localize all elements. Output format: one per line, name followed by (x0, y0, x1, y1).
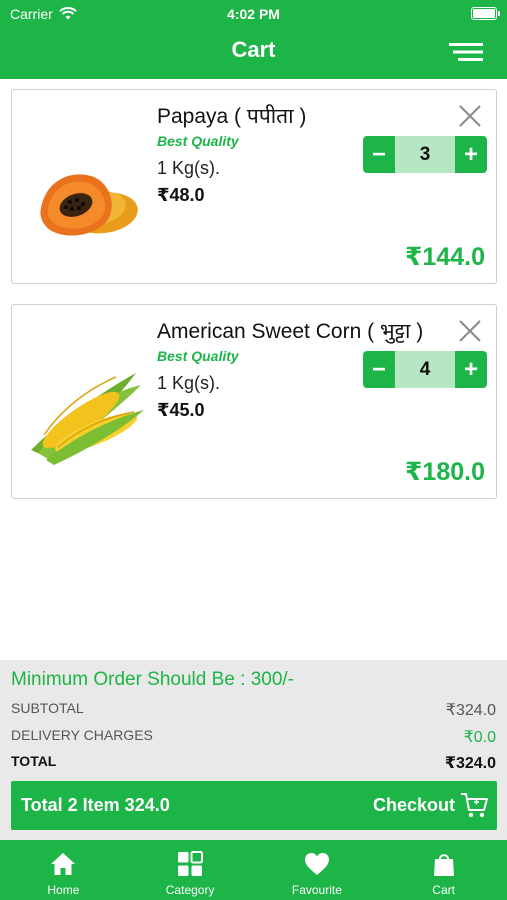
checkout-total-text: Total 2 Item 324.0 (21, 795, 170, 815)
tab-label: Home (47, 883, 80, 897)
tab-label: Category (165, 883, 215, 897)
order-summary: Minimum Order Should Be : 300/- SUBTOTAL… (0, 660, 507, 840)
total-value: ₹324.0 (444, 755, 496, 772)
increase-quantity-button[interactable]: + (455, 351, 487, 388)
unit-price: ₹45.0 (157, 400, 205, 420)
cart-screen: Carrier 4:02 PM Cart Papaya (पपीता) Be… (0, 0, 507, 900)
tab-label: Favourite (291, 883, 342, 897)
product-name: Papaya ( पपीता ) (157, 105, 307, 128)
papaya-image (40, 174, 138, 236)
product-unit: 1 Kg(s). (157, 373, 221, 393)
delivery-value: ₹0.0 (463, 729, 496, 746)
cart-item-card: Papaya ( पपीता ) Best Quality 1 Kg(s). ₹… (11, 89, 497, 284)
heart-icon (304, 853, 329, 875)
total-label: TOTAL (11, 753, 57, 769)
minimum-order-notice: Minimum Order Should Be : 300/- (11, 669, 295, 690)
corn-image (31, 373, 144, 465)
increase-quantity-button[interactable]: + (455, 136, 487, 173)
total-row: TOTAL ₹324.0 (11, 753, 496, 773)
subtotal-row: SUBTOTAL ₹324.0 (11, 700, 496, 720)
item-total: ₹144.0 (405, 243, 485, 271)
cart-item-card: American Sweet Corn ( भुट्टा ) Best Qual… (11, 304, 497, 499)
decrease-quantity-button[interactable]: − (363, 351, 395, 388)
tab-favourite[interactable]: Favourite (254, 840, 381, 900)
quantity-stepper: − 4 + (363, 351, 487, 388)
battery-icon (471, 7, 500, 20)
header-bar: Carrier 4:02 PM Cart (0, 0, 507, 79)
quantity-stepper: − 3 + (363, 136, 487, 173)
bottom-tab-bar: Home Category Favourite Cart (0, 840, 507, 900)
status-time: 4:02 PM (227, 6, 280, 22)
page-title: Cart (231, 37, 276, 62)
delivery-label: DELIVERY CHARGES (11, 727, 153, 743)
quantity-value: 4 (395, 351, 455, 388)
checkout-label: Checkout (372, 795, 455, 815)
hamburger-menu-icon[interactable] (449, 42, 483, 62)
product-unit: 1 Kg(s). (157, 158, 221, 178)
status-bar: Carrier 4:02 PM (0, 0, 507, 28)
subtotal-value: ₹324.0 (445, 702, 496, 719)
remove-item-icon[interactable] (457, 318, 483, 344)
subtotal-label: SUBTOTAL (11, 700, 84, 716)
home-icon (51, 853, 76, 875)
category-grid-icon (178, 851, 204, 876)
decrease-quantity-button[interactable]: − (363, 136, 395, 173)
item-total: ₹180.0 (405, 458, 485, 486)
unit-price: ₹48.0 (157, 185, 205, 205)
tab-label: Cart (432, 883, 455, 897)
quality-badge: Best Quality (157, 133, 239, 149)
product-name: American Sweet Corn ( भुट्टा ) (157, 320, 424, 343)
tab-home[interactable]: Home (0, 840, 127, 900)
quantity-value: 3 (395, 136, 455, 173)
tab-category[interactable]: Category (127, 840, 254, 900)
shopping-cart-icon (461, 793, 488, 818)
shopping-bag-icon (433, 854, 454, 876)
delivery-row: DELIVERY CHARGES ₹0.0 (11, 727, 496, 747)
remove-item-icon[interactable] (457, 103, 483, 129)
quality-badge: Best Quality (157, 348, 239, 364)
checkout-button[interactable]: Total 2 Item 324.0 Checkout (11, 781, 497, 830)
tab-cart[interactable]: Cart (380, 840, 507, 900)
